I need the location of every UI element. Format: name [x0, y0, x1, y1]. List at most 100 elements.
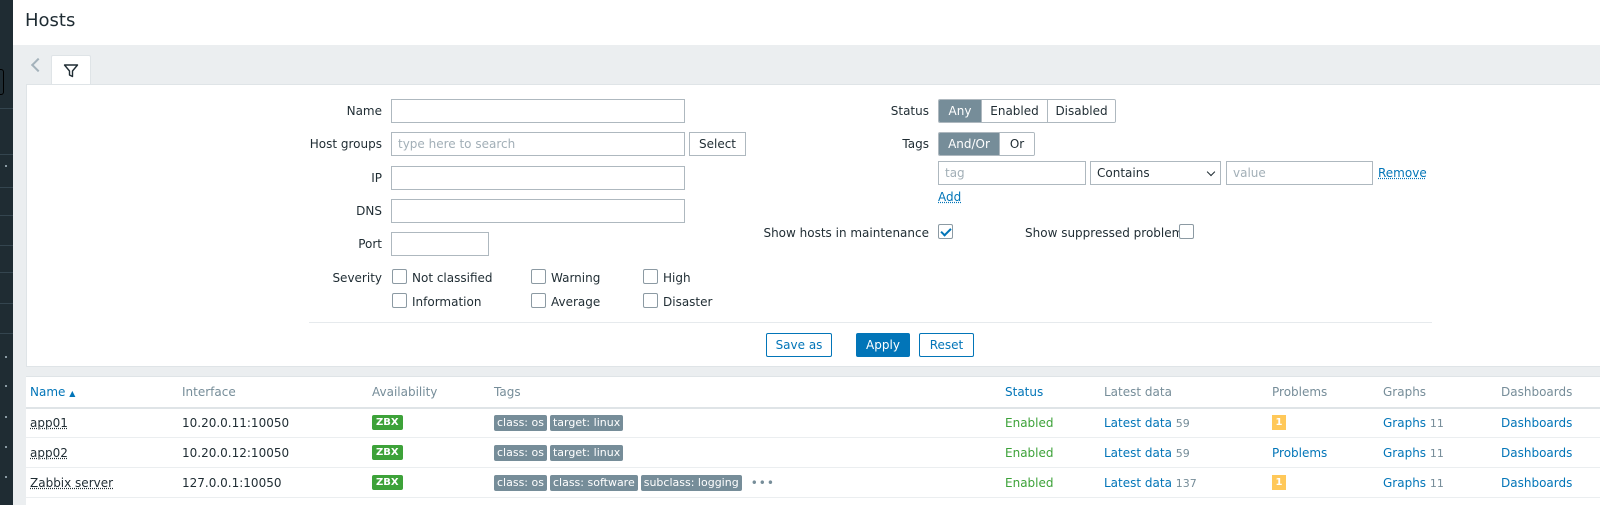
severity-not-classified-checkbox[interactable] [392, 269, 407, 284]
column-name-label: Name [30, 385, 66, 399]
graphs-count: 11 [1429, 417, 1444, 430]
severity-average-checkbox[interactable] [531, 293, 546, 308]
save-as-button[interactable]: Save as [766, 333, 832, 357]
latest-data-link[interactable]: Latest data [1104, 416, 1172, 430]
sidebar-item-dot [5, 356, 7, 358]
severity-high-checkbox[interactable] [643, 269, 658, 284]
tag-badge[interactable]: class: os [494, 445, 547, 461]
column-header-name[interactable]: Name ▲ [30, 377, 75, 407]
status-disabled-option[interactable]: Disabled [1048, 100, 1115, 122]
tags-andor-option[interactable]: And/Or [939, 133, 1000, 155]
reset-button[interactable]: Reset [919, 333, 974, 357]
dashboards-link[interactable]: Dashboards [1501, 408, 1572, 438]
select-host-groups-button[interactable]: Select [689, 132, 746, 156]
graphs-link[interactable]: Graphs [1383, 446, 1426, 460]
sidebar-toggle-handle[interactable] [0, 69, 4, 95]
chevron-down-icon [1206, 167, 1216, 176]
column-header-graphs: Graphs [1383, 385, 1427, 399]
host-name-link[interactable]: app02 [30, 446, 68, 460]
dashboards-link[interactable]: Dashboards [1501, 438, 1572, 468]
status-enabled-option[interactable]: Enabled [982, 100, 1048, 122]
tag-list: class: os class: software subclass: loggin… [494, 468, 775, 498]
filter-panel: Name Host groups Select IP DNS Port Seve… [26, 84, 1600, 367]
ip-label: IP [371, 171, 382, 185]
page-title: Hosts [25, 10, 76, 31]
latest-data-link[interactable]: Latest data [1104, 446, 1172, 460]
severity-warning-checkbox[interactable] [531, 269, 546, 284]
filter-divider [309, 322, 1432, 323]
name-input[interactable] [391, 99, 685, 123]
column-header-latest-data: Latest data [1104, 385, 1172, 399]
host-name-link[interactable]: Zabbix server [30, 476, 113, 490]
sidebar-item-dot [5, 165, 7, 167]
problems-link[interactable]: Problems [1272, 438, 1327, 468]
tag-badge[interactable]: class: software [549, 475, 638, 491]
sidebar-divider [0, 108, 13, 109]
sidebar-divider [0, 215, 13, 216]
host-name-link[interactable]: app01 [30, 416, 68, 430]
severity-option-label: Not classified [412, 271, 493, 285]
sidebar-item-dot [5, 446, 7, 448]
remove-tag-link[interactable]: Remove [1378, 166, 1427, 180]
column-header-status[interactable]: Status [1005, 377, 1043, 407]
host-status[interactable]: Enabled [1005, 438, 1054, 468]
availability-badge[interactable]: ZBX [372, 445, 403, 460]
sidebar-item-dot [5, 416, 7, 418]
tag-operator-value: Contains [1097, 166, 1150, 180]
ip-input[interactable] [391, 166, 685, 190]
tag-name-input[interactable] [938, 161, 1086, 185]
tag-value-input[interactable] [1226, 161, 1373, 185]
apply-button[interactable]: Apply [856, 333, 910, 357]
severity-option-label: Information [412, 295, 482, 309]
sidebar-divider [0, 154, 13, 155]
tags-label: Tags [902, 137, 929, 151]
tag-badge[interactable]: class: os [494, 475, 547, 491]
sidebar-item-dot [5, 385, 7, 387]
show-suppressed-checkbox[interactable] [1179, 224, 1194, 239]
host-status[interactable]: Enabled [1005, 468, 1054, 498]
show-maintenance-checkbox[interactable] [938, 224, 953, 239]
tag-badge[interactable]: subclass: logging [640, 475, 742, 491]
column-header-dashboards: Dashboards [1501, 385, 1573, 399]
port-label: Port [358, 237, 382, 251]
graphs-link[interactable]: Graphs [1383, 416, 1426, 430]
problems-count-badge[interactable]: 1 [1272, 415, 1286, 430]
more-tags-icon[interactable]: ••• [751, 476, 775, 490]
problems-count-badge[interactable]: 1 [1272, 475, 1286, 490]
column-header-interface: Interface [182, 385, 236, 399]
severity-option-label: Warning [551, 271, 601, 285]
status-segmented-control: Any Enabled Disabled [938, 99, 1116, 123]
latest-data-link[interactable]: Latest data [1104, 476, 1172, 490]
severity-disaster-checkbox[interactable] [643, 293, 658, 308]
add-tag-link[interactable]: Add [938, 190, 961, 204]
availability-badge[interactable]: ZBX [372, 415, 403, 430]
tag-badge[interactable]: target: linux [549, 445, 624, 461]
sidebar-collapsed[interactable] [0, 0, 13, 505]
tag-operator-select[interactable]: Contains [1090, 161, 1221, 185]
dashboards-link[interactable]: Dashboards [1501, 468, 1572, 498]
dns-input[interactable] [391, 199, 685, 223]
show-suppressed-label: Show suppressed problems [1025, 226, 1190, 240]
tag-badge[interactable]: class: os [494, 415, 547, 431]
tag-badge[interactable]: target: linux [549, 415, 624, 431]
filter-tab[interactable] [51, 55, 91, 85]
chevron-left-icon[interactable] [30, 57, 46, 73]
graphs-count: 11 [1429, 447, 1444, 460]
page-header: Hosts [13, 0, 1600, 45]
table-row: Zabbix server 127.0.0.1:10050 ZBX class:… [26, 468, 1600, 498]
status-any-option[interactable]: Any [939, 100, 982, 122]
show-maintenance-label: Show hosts in maintenance [763, 226, 929, 240]
host-groups-input[interactable] [391, 132, 685, 156]
latest-data-count: 59 [1175, 417, 1190, 430]
filter-icon [63, 63, 79, 77]
host-status[interactable]: Enabled [1005, 408, 1054, 438]
sidebar-divider [0, 245, 13, 246]
graphs-link[interactable]: Graphs [1383, 476, 1426, 490]
tag-list: class: os target: linux [494, 408, 626, 438]
hosts-table: Name ▲ Interface Availability Tags Statu… [26, 376, 1600, 505]
severity-information-checkbox[interactable] [392, 293, 407, 308]
tags-or-option[interactable]: Or [1000, 133, 1034, 155]
sidebar-divider [0, 333, 13, 334]
availability-badge[interactable]: ZBX [372, 475, 403, 490]
port-input[interactable] [391, 232, 489, 256]
